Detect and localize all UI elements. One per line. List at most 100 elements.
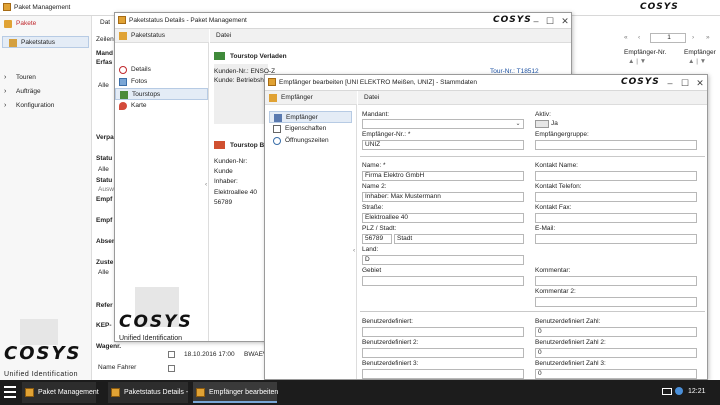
nav-item-label: Empfänger [286, 114, 318, 121]
map-pin-icon [119, 102, 127, 110]
taskbar-app-label: Empfänger bearbeiten [209, 389, 279, 396]
name-fahrer-label: Name Fahrer [98, 364, 137, 371]
nav-item-details[interactable]: Details [115, 64, 208, 76]
minimize-icon[interactable]: – [663, 77, 677, 89]
menu-datei[interactable]: Datei [364, 94, 379, 101]
list-icon [273, 125, 281, 133]
sidebar-item-paketstatus[interactable]: Paketstatus [2, 36, 89, 48]
bdef-field[interactable] [362, 327, 524, 337]
truck-icon [274, 114, 282, 122]
last-page-icon[interactable]: » [706, 34, 710, 41]
nav-item-fotos[interactable]: Fotos [115, 76, 208, 88]
page-number-field[interactable]: 1 [650, 33, 686, 43]
first-page-icon[interactable]: « [624, 34, 628, 41]
nav-item-tourstops[interactable]: Tourstops [115, 88, 208, 100]
menu-datei[interactable]: Datei [216, 32, 231, 39]
plz-field[interactable]: 56789 [362, 234, 392, 244]
column-header-empfaenger[interactable]: Empfänger [684, 49, 716, 56]
name-field[interactable]: Firma Elektro GmbH [362, 171, 524, 181]
prev-page-icon[interactable]: ‹ [638, 34, 640, 41]
kunden-nr-label: Kunden-Nr: [214, 158, 248, 165]
sidebar-item-label: Paketstatus [21, 39, 55, 46]
bdef3-field[interactable] [362, 369, 524, 379]
sidebar-item-pakete[interactable]: Pakete [0, 18, 91, 30]
strasse-field[interactable]: Elektroallee 40 [362, 213, 524, 223]
empf-nr-field[interactable]: UNIZ [362, 140, 524, 150]
mandant-label: Mandant: [362, 111, 390, 118]
status-label-2: Statu [96, 177, 113, 184]
bzahl3-field[interactable]: 0 [535, 369, 697, 379]
verpackung-label: Verpa [96, 134, 114, 141]
sort-arrows-icon[interactable]: ▲ | ▼ [628, 58, 646, 65]
kommentar2-field[interactable] [535, 297, 697, 307]
maximize-icon[interactable]: ☐ [678, 77, 692, 89]
main-sidebar: Pakete Paketstatus › Touren › Aufträge ›… [0, 16, 92, 380]
empfaenger-filter-label-1: Empf [96, 196, 113, 203]
nav-item-karte[interactable]: Karte [115, 100, 208, 112]
package-icon [269, 94, 277, 102]
bzahl2-field[interactable]: 0 [535, 348, 697, 358]
taskbar-app-paketstatus[interactable]: Paketstatus Details - [108, 382, 188, 403]
kontakt-telefon-field[interactable] [535, 192, 697, 202]
name2-field[interactable]: Inhaber: Max Mustermann [362, 192, 524, 202]
minimize-icon[interactable]: – [529, 15, 543, 27]
package-icon [119, 32, 127, 40]
row-checkbox[interactable] [168, 351, 175, 358]
nav-item-eigenschaften[interactable]: Eigenschaften [269, 123, 356, 135]
bzahl2-label: Benutzerdefiniert Zahl 2: [535, 339, 606, 346]
mandant-select[interactable] [362, 119, 524, 129]
sidebar-item-auftraege[interactable]: › Aufträge [0, 86, 91, 98]
column-header-empfaenger-nr[interactable]: Empfänger-Nr. [624, 49, 666, 56]
splitter-arrow-icon[interactable]: ‹ [353, 247, 355, 254]
close-icon[interactable]: ✕ [693, 77, 707, 89]
app-icon [3, 3, 11, 11]
sidebar-item-touren[interactable]: › Touren [0, 72, 91, 84]
bzahl3-label: Benutzerdefiniert Zahl 3: [535, 360, 606, 367]
nav-item-oeffnungszeiten[interactable]: Öffnungszeiten [269, 135, 356, 147]
next-page-icon[interactable]: › [692, 34, 694, 41]
kommentar-field[interactable] [535, 276, 697, 286]
sort-arrows-icon-2[interactable]: ▲ | ▼ [688, 58, 706, 65]
bdef-label: Benutzerdefiniert: [362, 318, 413, 325]
bzahl-field[interactable]: 0 [535, 327, 697, 337]
empf-gruppe-field[interactable] [535, 140, 697, 150]
sidebar-item-label: Touren [16, 74, 36, 81]
inhaber-label: Inhaber: [214, 178, 238, 185]
empfaenger-titlebar: Empfänger bearbeiten [UNI ELEKTRO Meißen… [265, 75, 707, 91]
row-checkbox-2[interactable] [168, 365, 175, 372]
taskbar-app-label: Paketstatus Details - [124, 389, 189, 396]
splitter-arrow-icon[interactable]: ‹ [205, 181, 207, 188]
stadt-field[interactable]: Stadt [394, 234, 524, 244]
taskbar-clock: 12:21 [688, 388, 706, 395]
filter-alle-2[interactable]: Alle [98, 166, 109, 173]
kommentar-label: Kommentar: [535, 267, 571, 274]
sidebar-item-konfiguration[interactable]: › Konfiguration [0, 100, 91, 112]
app-icon [268, 78, 276, 86]
wifi-icon[interactable] [675, 387, 683, 395]
cosys-logo-small: COSYS [493, 15, 532, 25]
empfaenger-form: Mandant: ⌄ Aktiv: Ja Empfänger-Nr.: * UN… [358, 106, 707, 379]
sidebar-item-label: Aufträge [16, 88, 41, 95]
kommentar2-label: Kommentar 2: [535, 288, 576, 295]
chevron-down-icon[interactable]: ⌄ [513, 120, 523, 128]
land-field[interactable]: D [362, 255, 524, 265]
table-row[interactable]: 18.10.2016 17:00 BWAEV [160, 349, 270, 361]
gebiet-field[interactable] [362, 276, 524, 286]
maximize-icon[interactable]: ☐ [543, 15, 557, 27]
email-field[interactable] [535, 234, 697, 244]
filter-alle-1[interactable]: Alle [98, 82, 109, 89]
close-icon[interactable]: ✕ [558, 15, 571, 27]
aktiv-toggle[interactable] [535, 120, 549, 128]
bdef2-field[interactable] [362, 348, 524, 358]
app-icon [25, 388, 34, 397]
taskbar-app-empfaenger[interactable]: Empfänger bearbeiten [193, 382, 279, 403]
battery-icon[interactable] [662, 388, 672, 395]
taskbar-app-paket-management[interactable]: Paket Management [22, 382, 99, 403]
absender-label: Absen [96, 238, 116, 245]
truck-icon [214, 141, 225, 149]
kontakt-fax-field[interactable] [535, 213, 697, 223]
nav-item-empfaenger[interactable]: Empfänger [269, 111, 352, 123]
filter-alle-3[interactable]: Alle [98, 269, 109, 276]
strasse-value: Elektroallee 40 [214, 189, 257, 196]
kontakt-name-field[interactable] [535, 171, 697, 181]
